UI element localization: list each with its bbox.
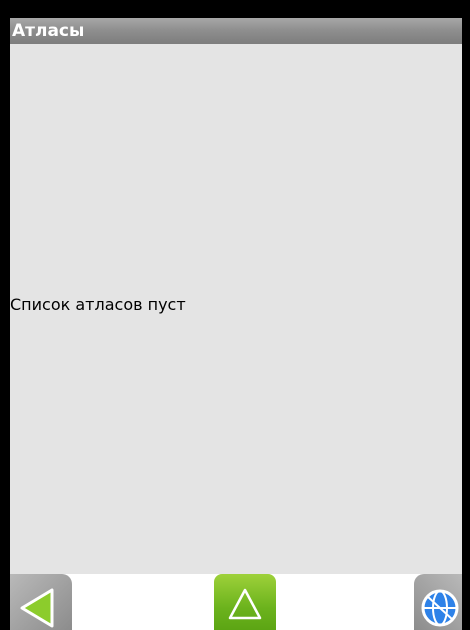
back-button[interactable] [10,574,72,630]
up-button[interactable] [214,574,276,630]
triangle-up-icon [228,588,262,620]
page-title: Атласы [12,21,85,41]
empty-list-message: Список атласов пуст [10,295,186,314]
title-bar: Атласы [10,18,462,44]
map-button[interactable] [414,574,462,630]
globe-icon [421,589,459,627]
triangle-left-icon [20,588,54,628]
app-screen: Атласы Список атласов пуст [0,0,470,630]
atlas-list-area: Список атласов пуст [10,44,462,574]
